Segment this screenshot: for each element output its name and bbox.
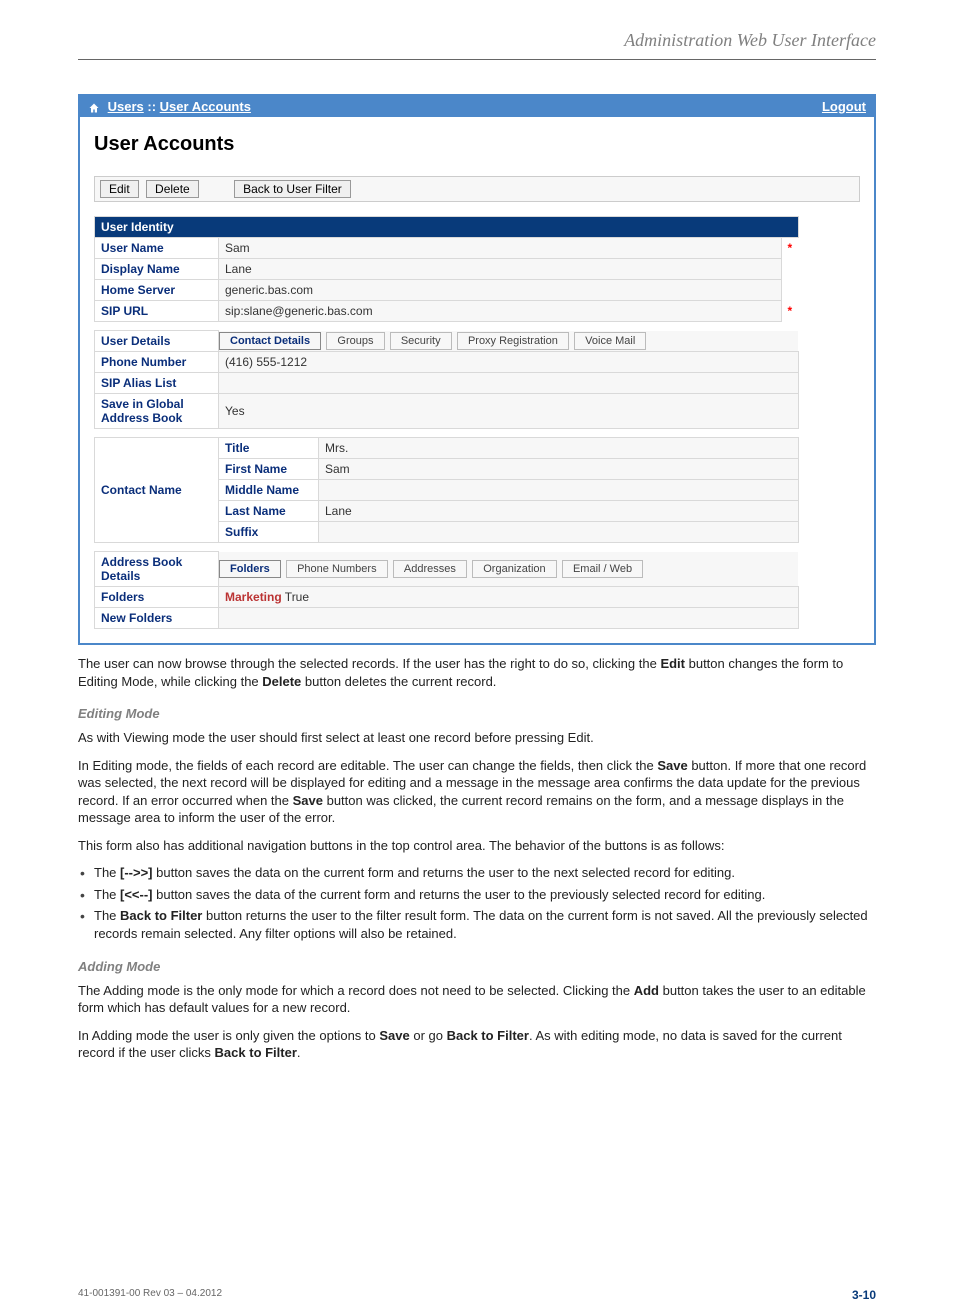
page-header-title: Administration Web User Interface [78, 30, 876, 51]
breadcrumb-users-link[interactable]: Users [108, 99, 144, 114]
value-sipurl[interactable]: sip:slane@generic.bas.com [219, 301, 782, 322]
bullet-list: The [-->>] button saves the data on the … [78, 864, 876, 942]
label-phone: Phone Number [95, 352, 219, 373]
marketing-label: Marketing [225, 590, 282, 604]
body-paragraph: As with Viewing mode the user should fir… [78, 729, 876, 747]
tab-proxy-registration[interactable]: Proxy Registration [457, 332, 569, 350]
body-paragraph: In Adding mode the user is only given th… [78, 1027, 876, 1062]
label-first-name: First Name [219, 459, 319, 480]
home-icon[interactable] [88, 102, 100, 114]
logout-link[interactable]: Logout [822, 99, 866, 114]
value-phone[interactable]: (416) 555-1212 [219, 352, 799, 373]
user-identity-table: User Identity User Name Sam * Display Na… [94, 216, 799, 629]
body-paragraph: The user can now browse through the sele… [78, 655, 876, 690]
label-address-book-details: Address Book Details [95, 552, 219, 587]
marketing-value: True [282, 590, 309, 604]
value-suffix[interactable] [319, 522, 799, 543]
label-title: Title [219, 438, 319, 459]
label-middle-name: Middle Name [219, 480, 319, 501]
body-paragraph: In Editing mode, the fields of each reco… [78, 757, 876, 827]
toolbar: Edit Delete Back to User Filter [94, 176, 860, 202]
value-save-global[interactable]: Yes [219, 394, 799, 429]
breadcrumb-sep: :: [144, 99, 160, 114]
tab-contact-details[interactable]: Contact Details [219, 332, 321, 350]
footer-doc-id: 41-001391-00 Rev 03 – 04.2012 [78, 1288, 222, 1302]
list-item: The [<<--] button saves the data of the … [78, 886, 876, 904]
page-footer: 41-001391-00 Rev 03 – 04.2012 3-10 [78, 1288, 876, 1302]
list-item: The Back to Filter button returns the us… [78, 907, 876, 942]
back-to-filter-button[interactable]: Back to User Filter [234, 180, 351, 198]
required-mark: * [788, 304, 793, 318]
list-item: The [-->>] button saves the data on the … [78, 864, 876, 882]
section-user-identity: User Identity [95, 217, 799, 238]
tab-addresses[interactable]: Addresses [393, 560, 467, 578]
label-folders: Folders [95, 587, 219, 608]
tab-groups[interactable]: Groups [326, 332, 384, 350]
tab-folders[interactable]: Folders [219, 560, 281, 578]
body-paragraph: This form also has additional navigation… [78, 837, 876, 855]
subhead-adding-mode: Adding Mode [78, 959, 876, 974]
edit-button[interactable]: Edit [100, 180, 139, 198]
label-username: User Name [95, 238, 219, 259]
value-folders[interactable]: Marketing True [219, 587, 799, 608]
value-new-folders[interactable] [219, 608, 799, 629]
value-username[interactable]: Sam [219, 238, 782, 259]
value-first-name[interactable]: Sam [319, 459, 799, 480]
value-homeserver[interactable]: generic.bas.com [219, 280, 782, 301]
delete-button[interactable]: Delete [146, 180, 199, 198]
label-suffix: Suffix [219, 522, 319, 543]
label-sip-alias: SIP Alias List [95, 373, 219, 394]
label-homeserver: Home Server [95, 280, 219, 301]
label-sipurl: SIP URL [95, 301, 219, 322]
value-last-name[interactable]: Lane [319, 501, 799, 522]
breadcrumb-bar: Users :: User Accounts Logout [80, 96, 874, 117]
header-rule [78, 59, 876, 60]
label-userdetails: User Details [95, 331, 219, 352]
label-new-folders: New Folders [95, 608, 219, 629]
ui-screenshot-panel: Users :: User Accounts Logout User Accou… [78, 94, 876, 645]
value-title[interactable]: Mrs. [319, 438, 799, 459]
label-last-name: Last Name [219, 501, 319, 522]
tab-phone-numbers[interactable]: Phone Numbers [286, 560, 388, 578]
value-middle-name[interactable] [319, 480, 799, 501]
label-displayname: Display Name [95, 259, 219, 280]
label-contact-name: Contact Name [95, 438, 219, 543]
subhead-editing-mode: Editing Mode [78, 706, 876, 721]
tab-organization[interactable]: Organization [472, 560, 556, 578]
required-mark: * [788, 241, 793, 255]
footer-page-number: 3-10 [852, 1288, 876, 1302]
body-paragraph: The Adding mode is the only mode for whi… [78, 982, 876, 1017]
label-save-global: Save in Global Address Book [95, 394, 219, 429]
breadcrumb-accounts-link[interactable]: User Accounts [160, 99, 251, 114]
tab-voice-mail[interactable]: Voice Mail [574, 332, 646, 350]
page-title: User Accounts [94, 133, 860, 156]
value-displayname[interactable]: Lane [219, 259, 782, 280]
tab-email-web[interactable]: Email / Web [562, 560, 643, 578]
tab-security[interactable]: Security [390, 332, 452, 350]
value-sip-alias[interactable] [219, 373, 799, 394]
